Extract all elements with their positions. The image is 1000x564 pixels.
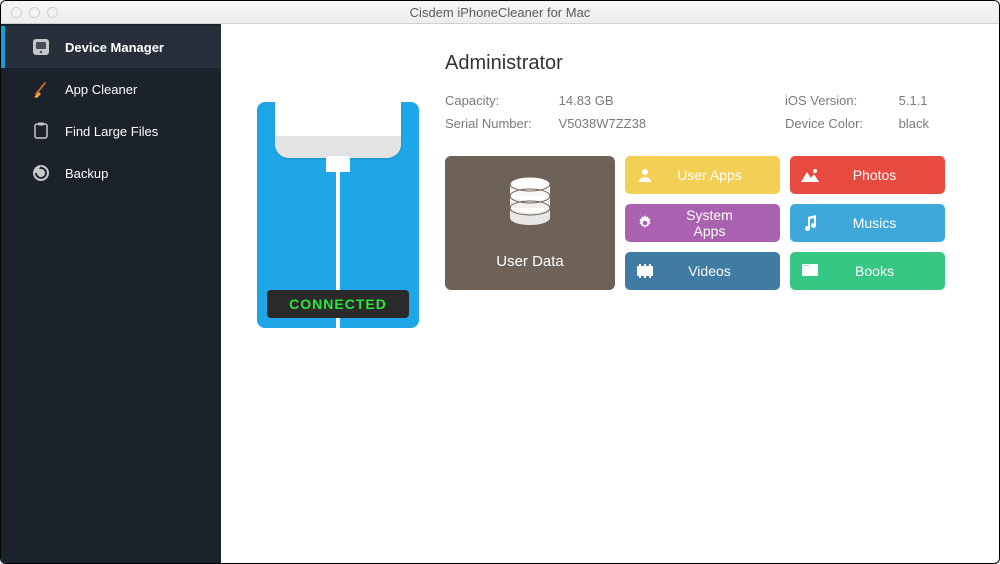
tile-user-apps[interactable]: User Apps	[625, 156, 780, 194]
backup-icon	[31, 163, 51, 183]
capacity-label: Capacity:	[445, 89, 555, 112]
sidebar: Device Manager App Cleaner Find Large Fi…	[1, 24, 221, 563]
clipboard-icon	[31, 121, 51, 141]
tile-user-data[interactable]: User Data	[445, 156, 615, 290]
video-icon	[635, 261, 655, 281]
tile-label: Musics	[834, 215, 945, 231]
tile-videos[interactable]: Videos	[625, 252, 780, 290]
tile-label: User Data	[496, 253, 564, 270]
close-window-button[interactable]	[11, 7, 22, 18]
tile-system-apps[interactable]: System Apps	[625, 204, 780, 242]
device-color-label: Device Color:	[785, 112, 895, 135]
main-panel: CONNECTED Administrator Capacity: 14.83 …	[221, 24, 999, 563]
music-icon	[800, 213, 820, 233]
traffic-lights	[1, 7, 58, 18]
device-manager-icon	[31, 37, 51, 57]
zoom-window-button[interactable]	[47, 7, 58, 18]
ios-version-label: iOS Version:	[785, 89, 895, 112]
sidebar-item-find-large-files[interactable]: Find Large Files	[1, 110, 221, 152]
category-tiles: User Data User Apps	[445, 156, 969, 290]
tile-label: System Apps	[669, 207, 780, 239]
app-window: Cisdem iPhoneCleaner for Mac Device Mana…	[0, 0, 1000, 564]
device-details: Administrator Capacity: 14.83 GB iOS Ver…	[445, 52, 969, 563]
info-row-2: Serial Number: V5038W7ZZ38 Device Color:…	[445, 112, 969, 135]
photos-icon	[800, 165, 820, 185]
window-title: Cisdem iPhoneCleaner for Mac	[1, 5, 999, 20]
tile-label: Photos	[834, 167, 945, 183]
minimize-window-button[interactable]	[29, 7, 40, 18]
content-area: Device Manager App Cleaner Find Large Fi…	[1, 24, 999, 563]
serial-value: V5038W7ZZ38	[559, 116, 646, 131]
gear-icon	[635, 213, 655, 233]
user-icon	[635, 165, 655, 185]
tile-photos[interactable]: Photos	[790, 156, 945, 194]
serial-label: Serial Number:	[445, 112, 555, 135]
tiles-grid: User Apps Photos System Ap	[625, 156, 945, 290]
cable-head	[326, 156, 350, 172]
sidebar-item-app-cleaner[interactable]: App Cleaner	[1, 68, 221, 110]
tile-musics[interactable]: Musics	[790, 204, 945, 242]
tile-label: Videos	[669, 263, 780, 279]
sidebar-item-label: App Cleaner	[65, 82, 137, 97]
device-name: Administrator	[445, 52, 969, 75]
capacity-value: 14.83 GB	[559, 93, 614, 108]
database-icon	[505, 176, 555, 235]
tile-label: Books	[834, 263, 945, 279]
sidebar-item-backup[interactable]: Backup	[1, 152, 221, 194]
tile-label: User Apps	[669, 167, 780, 183]
sidebar-item-label: Backup	[65, 166, 108, 181]
info-row-1: Capacity: 14.83 GB iOS Version: 5.1.1	[445, 89, 969, 112]
books-icon	[800, 261, 820, 281]
phone-illustration	[275, 102, 401, 158]
ios-version-value: 5.1.1	[899, 93, 928, 108]
device-color-value: black	[899, 116, 929, 131]
tile-books[interactable]: Books	[790, 252, 945, 290]
sidebar-item-label: Device Manager	[65, 40, 164, 55]
broom-icon	[31, 79, 51, 99]
device-connection-panel: CONNECTED	[257, 102, 419, 328]
connection-status-badge: CONNECTED	[267, 290, 409, 318]
sidebar-item-device-manager[interactable]: Device Manager	[1, 26, 221, 68]
titlebar: Cisdem iPhoneCleaner for Mac	[1, 1, 999, 24]
sidebar-item-label: Find Large Files	[65, 124, 158, 139]
